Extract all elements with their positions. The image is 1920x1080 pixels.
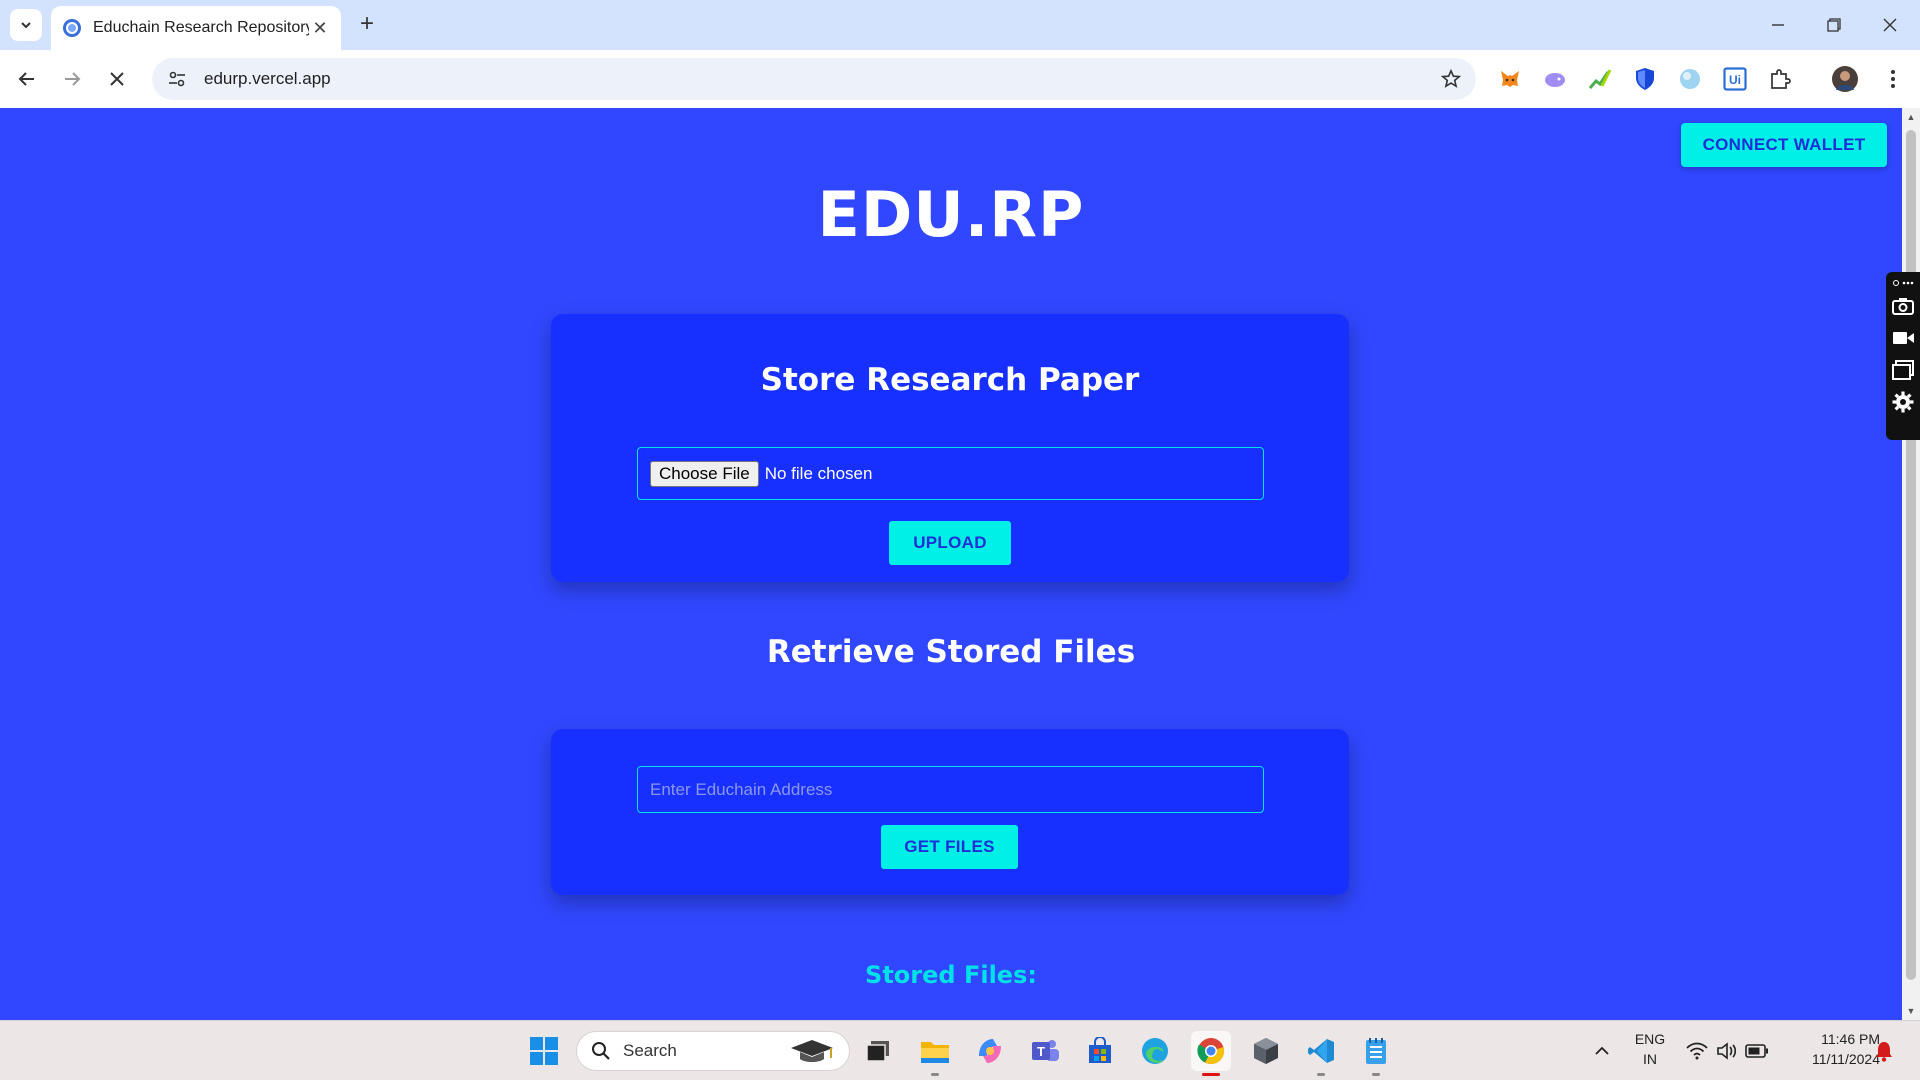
restore-icon (1827, 18, 1841, 32)
shield-extension-icon[interactable] (1632, 66, 1658, 92)
svg-text:T: T (1037, 1044, 1045, 1059)
address-bar[interactable]: edurp.vercel.app (152, 58, 1476, 100)
vscode-running-indicator (1317, 1073, 1325, 1076)
ui-extension-icon[interactable]: Ui (1722, 66, 1748, 92)
vscode-icon[interactable] (1301, 1031, 1341, 1071)
get-files-button[interactable]: GET FILES (881, 825, 1018, 869)
chevron-down-icon (21, 22, 31, 29)
site-favicon-icon (63, 19, 81, 37)
retrieve-files-heading: Retrieve Stored Files (766, 634, 1136, 670)
battery-icon[interactable] (1737, 1031, 1777, 1071)
file-explorer-running-indicator (931, 1073, 939, 1076)
teams-icon[interactable]: T (1025, 1031, 1065, 1071)
bookmark-star-icon[interactable] (1436, 64, 1466, 94)
close-icon (110, 72, 124, 86)
upload-button[interactable]: UPLOAD (889, 521, 1011, 565)
tab-title: Educhain Research Repository (93, 19, 309, 36)
chevron-up-icon (1595, 1046, 1609, 1055)
close-icon (1883, 18, 1897, 32)
video-camera-icon[interactable] (1889, 322, 1917, 354)
page-viewport: CONNECT WALLET EDU.RP Store Research Pap… (0, 108, 1902, 1020)
language-indicator[interactable]: ENG IN (1628, 1029, 1672, 1069)
arrow-left-icon (18, 72, 34, 86)
tab-close-icon[interactable]: ✕ (309, 18, 331, 39)
extensions-puzzle-icon[interactable] (1767, 66, 1793, 92)
browser-tab-active[interactable]: Educhain Research Repository ✕ (51, 6, 341, 50)
search-icon (592, 1042, 610, 1060)
back-button[interactable] (12, 64, 42, 94)
new-tab-button[interactable]: + (354, 12, 380, 38)
restore-button[interactable] (1814, 10, 1854, 40)
gear-icon[interactable] (1889, 386, 1917, 418)
retrieve-files-card: GET FILES (551, 729, 1349, 895)
windows-taskbar: Search T ENG IN 11:46 PM 11/11/2024 (0, 1020, 1920, 1080)
browser-toolbar: edurp.vercel.app Ui (0, 50, 1920, 108)
graduation-cap-icon (791, 1040, 833, 1062)
svg-text:Ui: Ui (1729, 73, 1741, 87)
chart-extension-icon[interactable] (1587, 66, 1613, 92)
copilot-icon[interactable] (970, 1031, 1010, 1071)
minimize-icon (1772, 24, 1784, 26)
store-paper-card: Store Research Paper Choose File No file… (551, 314, 1349, 582)
file-status-text: No file chosen (764, 463, 873, 483)
educhain-address-input[interactable] (637, 766, 1264, 813)
arrow-right-icon (65, 72, 81, 86)
scrollbar-thumb[interactable] (1906, 130, 1916, 980)
site-settings-icon[interactable] (166, 68, 188, 90)
window-capture-icon[interactable] (1889, 354, 1917, 386)
tab-search-button[interactable] (10, 9, 42, 41)
page-scrollbar[interactable]: ▲ ▼ (1902, 108, 1920, 1020)
site-brand-title: EDU.RP (817, 178, 1085, 251)
file-explorer-icon[interactable] (915, 1031, 955, 1071)
url-text: edurp.vercel.app (204, 69, 331, 88)
browser-menu-icon[interactable] (1880, 66, 1906, 92)
close-window-button[interactable] (1870, 10, 1910, 40)
scroll-up-icon[interactable]: ▲ (1906, 112, 1916, 122)
minimize-button[interactable] (1758, 10, 1798, 40)
orb-extension-icon[interactable] (1677, 66, 1703, 92)
camera-icon[interactable] (1889, 290, 1917, 322)
wallet-extension-icon[interactable] (1542, 66, 1568, 92)
notepad-running-indicator (1372, 1073, 1380, 1076)
profile-avatar[interactable] (1832, 66, 1858, 92)
connect-wallet-button[interactable]: CONNECT WALLET (1681, 123, 1887, 167)
language-code: ENG (1634, 1031, 1666, 1047)
chrome-browser-icon[interactable] (1191, 1031, 1231, 1071)
microsoft-store-icon[interactable] (1080, 1031, 1120, 1071)
cube-app-icon[interactable] (1246, 1031, 1286, 1071)
notification-bell-icon[interactable] (1866, 1031, 1902, 1071)
windows-start-icon[interactable] (524, 1031, 564, 1071)
show-hidden-icons-button[interactable] (1582, 1031, 1622, 1071)
stored-files-heading: Stored Files: (865, 961, 1037, 989)
chrome-active-indicator (1202, 1073, 1220, 1076)
scroll-down-icon[interactable]: ▼ (1906, 1006, 1916, 1016)
region-code: IN (1643, 1051, 1657, 1067)
forward-button[interactable] (57, 64, 87, 94)
more-options-icon[interactable] (1889, 276, 1917, 290)
store-paper-heading: Store Research Paper (760, 362, 1140, 398)
metamask-extension-icon[interactable] (1497, 66, 1523, 92)
choose-file-button[interactable]: Choose File (650, 460, 759, 487)
file-input[interactable]: Choose File No file chosen (637, 447, 1264, 500)
edge-browser-icon[interactable] (1135, 1031, 1175, 1071)
task-view-icon[interactable] (858, 1031, 898, 1071)
capture-side-toolbar (1886, 272, 1920, 440)
browser-tab-bar: Educhain Research Repository ✕ + (0, 0, 1920, 50)
notepad-icon[interactable] (1356, 1031, 1396, 1071)
taskbar-search-label: Search (623, 1041, 677, 1060)
stop-loading-button[interactable] (102, 64, 132, 94)
taskbar-search-box[interactable]: Search (576, 1031, 850, 1071)
